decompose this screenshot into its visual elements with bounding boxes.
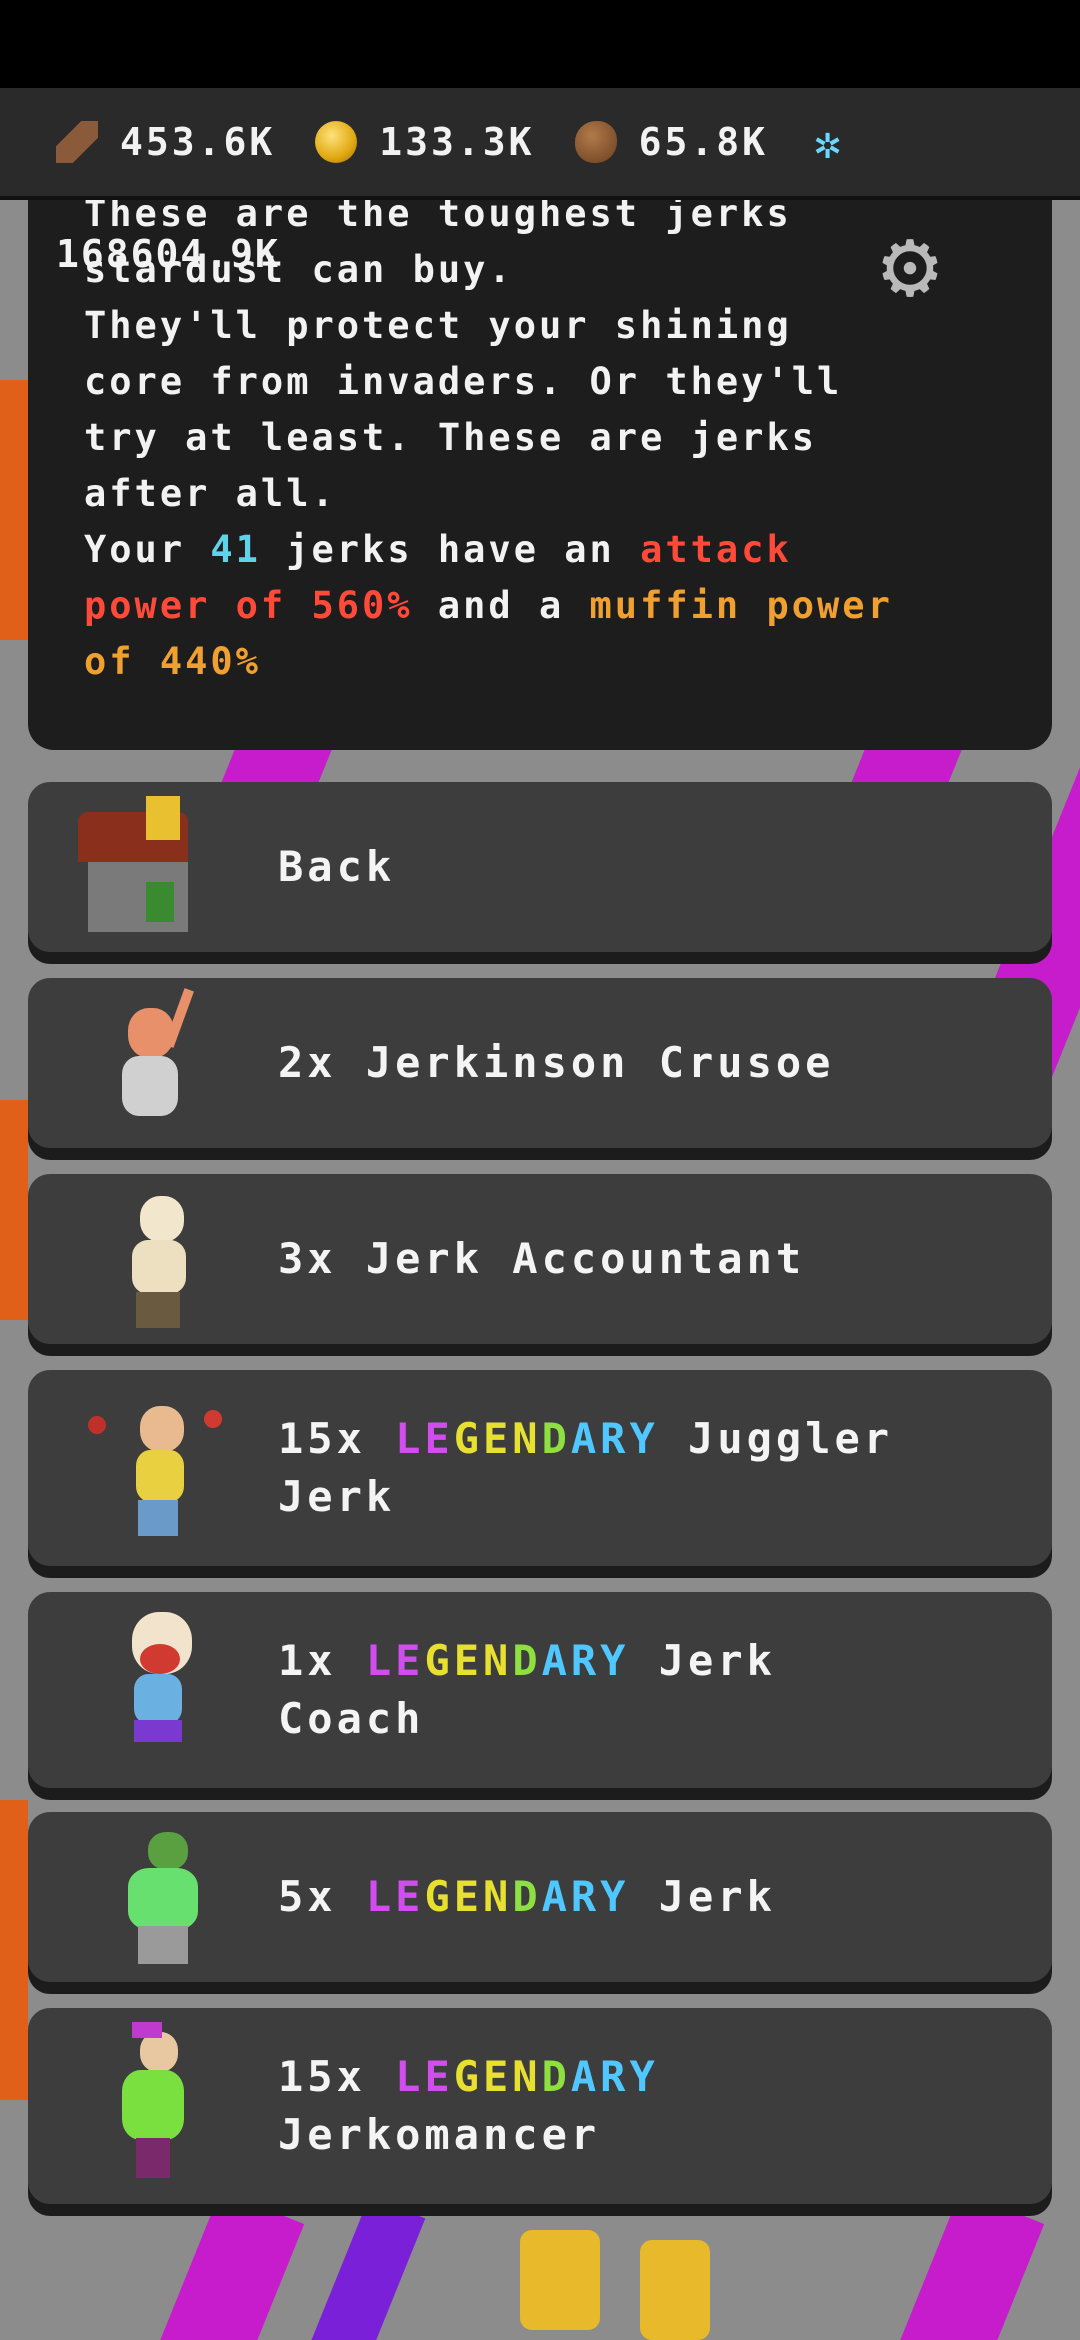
system-status-bar [0, 0, 1080, 88]
jerkinson-crusoe-icon [28, 978, 228, 1148]
stardust-icon: ✲ [813, 115, 845, 169]
legendary-jerk-icon [28, 1812, 228, 1982]
coach-label: 1x LEGENDARY Jerk Coach [278, 1636, 776, 1743]
stardust-resource: ✲ [808, 115, 872, 169]
legendary-jerkomancer-button[interactable]: 15x LEGENDARY Jerkomancer [28, 2008, 1052, 2204]
jerk-house-icon [28, 782, 228, 952]
legendary-jerk-label: 5x LEGENDARY Jerk [278, 1872, 776, 1921]
crusoe-label: 2x Jerkinson Crusoe [278, 1038, 835, 1087]
resource-bar: 453.6K 133.3K 65.8K ✲ [0, 88, 1080, 200]
seed-resource: 65.8K [574, 120, 768, 164]
seed-value: 65.8K [638, 120, 768, 164]
juggler-jerk-icon [28, 1370, 228, 1566]
log-value: 453.6K [120, 120, 276, 164]
muffin-power: muffin power [589, 584, 893, 627]
juggler-label: 15x LEGENDARY Juggler Jerk [278, 1414, 894, 1521]
jerk-accountant-icon [28, 1174, 228, 1344]
legendary-jerk-coach-button[interactable]: 1x LEGENDARY Jerk Coach [28, 1592, 1052, 1788]
jerk-accountant-button[interactable]: 3x Jerk Accountant [28, 1174, 1052, 1344]
seed-icon [574, 121, 617, 163]
back-label: Back [278, 842, 396, 891]
jerk-coach-icon [28, 1592, 228, 1788]
jerkomancer-label: 15x LEGENDARY Jerkomancer [278, 2052, 659, 2159]
attack-power: power of 560% [84, 584, 413, 627]
stardust-counter: 168604.9K [56, 232, 280, 276]
jerkinson-crusoe-button[interactable]: 2x Jerkinson Crusoe [28, 978, 1052, 1148]
settings-gear-icon[interactable]: ⚙ [866, 216, 954, 312]
accountant-label: 3x Jerk Accountant [278, 1234, 806, 1283]
back-button[interactable]: Back [28, 782, 1052, 952]
log-icon [56, 121, 98, 163]
jerkomancer-icon [28, 2008, 228, 2204]
coin-value: 133.3K [379, 120, 535, 164]
legendary-juggler-jerk-button[interactable]: 15x LEGENDARY Juggler Jerk [28, 1370, 1052, 1566]
coin-icon [315, 121, 358, 163]
jerk-count: 41 [210, 528, 261, 571]
coin-resource: 133.3K [315, 120, 534, 164]
log-resource: 453.6K [56, 120, 275, 164]
legendary-jerk-button[interactable]: 5x LEGENDARY Jerk [28, 1812, 1052, 1982]
